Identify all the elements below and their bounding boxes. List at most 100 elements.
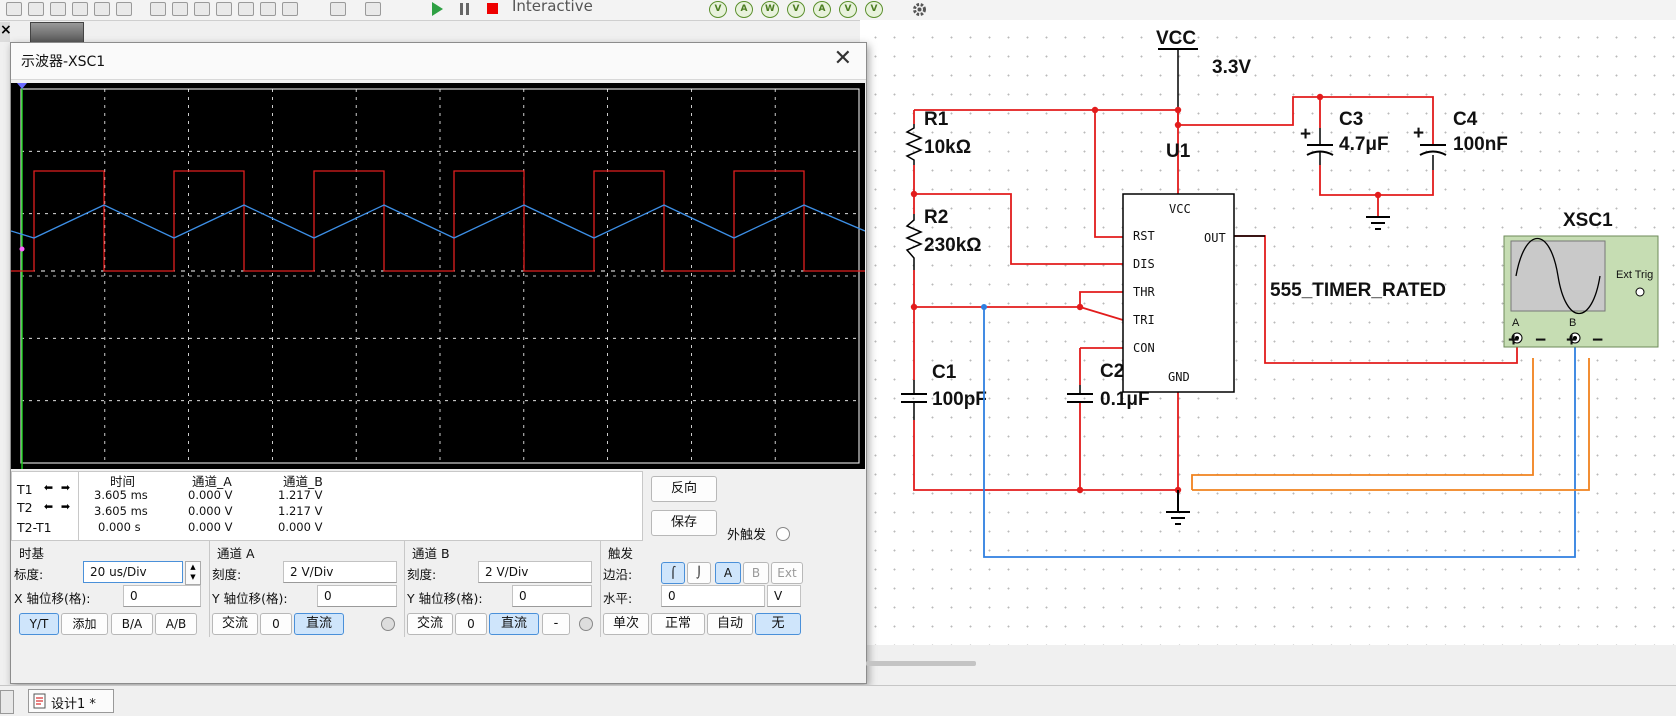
r2-value: 230kΩ <box>924 235 982 256</box>
trigger-level-unit[interactable]: V <box>767 585 801 607</box>
t2-t1-channel-b: 0.000 V <box>278 520 323 534</box>
channel-a-scale-field[interactable]: 2 V/Div <box>283 561 397 583</box>
channel-b-section: 通道 B 刻度: 2 V/Div Y 轴位移(格): 0 交流 0 直流 - <box>404 541 601 637</box>
channel-b-heading: 通道 B <box>412 546 450 561</box>
channel-b-ac-button[interactable]: 交流 <box>407 613 453 635</box>
reverse-button[interactable]: 反向 <box>651 476 717 502</box>
ground-wire-b <box>1192 358 1590 491</box>
channel-b-scale-label: 刻度: <box>407 567 437 582</box>
r1-value: 10kΩ <box>924 137 971 158</box>
scope-ch-b: B <box>1569 317 1576 329</box>
design-tabs-bar: 设计1 * <box>0 685 1676 716</box>
timebase-scale-field[interactable]: 20 us/Div <box>83 561 183 583</box>
channel-b-ypos-field[interactable]: 0 <box>512 585 592 607</box>
timebase-scale-label: 标度: <box>14 567 44 582</box>
scope-b-plus: + <box>1566 330 1577 351</box>
mode-ab-button[interactable]: A/B <box>155 613 197 635</box>
timebase-spinner[interactable]: ▲ ▼ <box>185 561 201 585</box>
channel-a-dc-button[interactable]: 直流 <box>294 613 344 635</box>
channel-a-heading: 通道 A <box>217 546 255 561</box>
pin-dis: DIS <box>1133 257 1155 271</box>
r1-label: R1 <box>924 109 949 130</box>
trigger-heading: 触发 <box>608 546 634 561</box>
close-button[interactable]: ✕ <box>834 47 852 71</box>
t2-channel-b: 1.217 V <box>278 504 323 518</box>
channel-b-invert-button[interactable]: - <box>542 613 570 635</box>
channel-b-ypos-label: Y 轴位移(格): <box>407 591 483 606</box>
trigger-auto-button[interactable]: 自动 <box>707 613 753 635</box>
c3-label: C3 <box>1339 109 1363 130</box>
channel-b-dc-button[interactable]: 直流 <box>489 613 539 635</box>
r2-symbol <box>905 214 923 270</box>
r2-label: R2 <box>924 207 948 228</box>
c4-plus: + <box>1413 123 1424 144</box>
scope-screen[interactable] <box>11 83 865 469</box>
tab-design1[interactable]: 设计1 * <box>28 689 114 713</box>
t2-channel-a: 0.000 V <box>188 504 233 518</box>
pin-tri: TRI <box>1133 313 1155 327</box>
channel-b-zero-button[interactable]: 0 <box>455 613 487 635</box>
trigger-level-field[interactable]: 0 <box>661 585 765 607</box>
channel-b-scale-field[interactable]: 2 V/Div <box>478 561 592 583</box>
c1-value: 100pF <box>932 389 987 410</box>
trigger-normal-button[interactable]: 正常 <box>651 613 705 635</box>
tab-design1-label: 设计1 * <box>51 697 96 712</box>
channel-a-ypos-label: Y 轴位移(格): <box>212 591 288 606</box>
ext-trigger-radio[interactable] <box>776 527 790 541</box>
pin-out: OUT <box>1204 231 1226 245</box>
x-position-field[interactable]: 0 <box>123 585 201 607</box>
trigger-source-b[interactable]: B <box>743 562 769 584</box>
rising-edge-icon[interactable]: ⌠ <box>661 562 685 584</box>
channel-b-wire <box>983 307 1576 558</box>
t1-label: T1 <box>17 482 33 497</box>
scope-b-minus: − <box>1592 330 1603 351</box>
timebase-heading: 时基 <box>19 546 45 561</box>
trigger-source-a[interactable]: A <box>715 562 741 584</box>
x-position-label: X 轴位移(格): <box>14 591 91 606</box>
trigger-none-button[interactable]: 无 <box>755 613 801 635</box>
t2-left-arrow[interactable]: ⬅ <box>41 500 56 514</box>
oscilloscope-window: 示波器-XSC1 ✕ T1 T2 T2-T1 ⬅ ➡ ⬅ ➡ 时间 通道_A 通… <box>10 42 867 684</box>
save-button[interactable]: 保存 <box>651 510 717 536</box>
channel-a-option[interactable] <box>381 617 395 631</box>
trigger-edge-label: 边沿: <box>603 567 633 582</box>
trigger-source-ext[interactable]: Ext <box>771 562 803 584</box>
scope-ch-a: A <box>1512 317 1520 329</box>
u1-label: U1 <box>1166 141 1191 162</box>
t2-right-arrow[interactable]: ➡ <box>58 500 73 514</box>
c2-label: C2 <box>1100 361 1124 382</box>
t1-left-arrow[interactable]: ⬅ <box>41 481 56 495</box>
t2-t1-label: T2-T1 <box>17 520 52 535</box>
ext-trig-label: Ext Trig <box>1616 269 1653 281</box>
trigger-marker <box>19 246 25 252</box>
trigger-section: 触发 边沿: ⌠ ⌡ A B Ext 水平: 0 V 单次 正常 自动 无 <box>600 541 810 637</box>
c3-value: 4.7μF <box>1339 134 1389 155</box>
c4-symbol <box>1419 144 1447 156</box>
mode-add-button[interactable]: 添加 <box>61 613 108 635</box>
channel-a-ac-button[interactable]: 交流 <box>212 613 258 635</box>
tab-scroll-left[interactable] <box>0 690 14 714</box>
falling-edge-icon[interactable]: ⌡ <box>687 562 711 584</box>
mode-ba-button[interactable]: B/A <box>111 613 153 635</box>
channel-b-option[interactable] <box>579 617 593 631</box>
channel-a-section: 通道 A 刻度: 2 V/Div Y 轴位移(格): 0 交流 0 直流 <box>209 541 405 637</box>
c2-symbol <box>1067 393 1093 403</box>
window-titlebar[interactable]: 示波器-XSC1 ✕ <box>11 43 866 80</box>
c1-symbol <box>901 393 927 403</box>
channel-a-ypos-field[interactable]: 0 <box>317 585 397 607</box>
trigger-single-button[interactable]: 单次 <box>603 613 649 635</box>
ground-icon <box>1166 490 1190 525</box>
t1-channel-a: 0.000 V <box>188 488 233 502</box>
pin-con: CON <box>1133 341 1155 355</box>
ic-name: 555_TIMER_RATED <box>1270 280 1446 301</box>
t2-time: 3.605 ms <box>94 504 148 518</box>
c4-value: 100nF <box>1453 134 1508 155</box>
trigger-level-label: 水平: <box>603 591 633 606</box>
horizontal-scrollbar[interactable] <box>866 661 976 666</box>
t1-right-arrow[interactable]: ➡ <box>58 481 73 495</box>
mode-yt-button[interactable]: Y/T <box>19 613 59 635</box>
vcc-value: 3.3V <box>1212 57 1251 78</box>
channel-a-zero-button[interactable]: 0 <box>260 613 292 635</box>
scope-a-minus: − <box>1535 330 1546 351</box>
document-icon <box>33 693 46 709</box>
